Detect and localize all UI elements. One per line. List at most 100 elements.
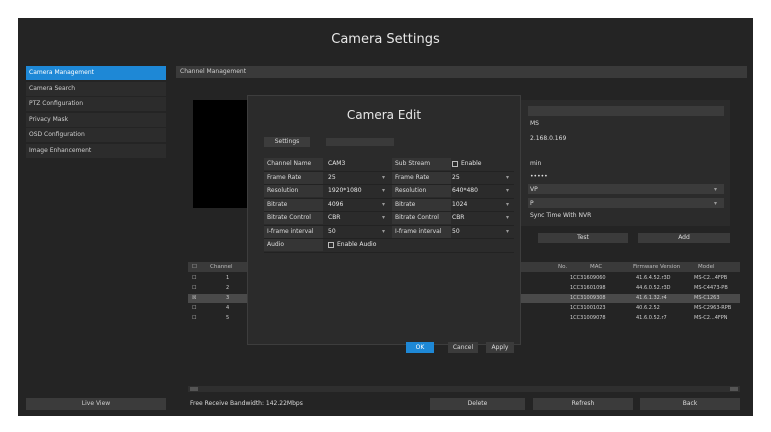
frame-rate-sub-select[interactable]: 25 (452, 172, 460, 184)
row-firmware: 41.6.4.52.r3D (636, 275, 671, 281)
row-mac: 1CC31009078 (570, 315, 606, 321)
chevron-down-icon: ▾ (506, 187, 510, 194)
refresh-button[interactable]: Refresh (533, 398, 633, 410)
column-header-mac[interactable]: MAC (590, 262, 602, 272)
sidebar-item-osd-configuration[interactable]: OSD Configuration (26, 128, 166, 142)
live-view-button[interactable]: Live View (26, 398, 166, 410)
name-field[interactable] (528, 106, 724, 116)
row-checkbox[interactable]: ☒ (192, 294, 196, 303)
chevron-down-icon: ▾ (382, 200, 386, 208)
sidebar-item-image-enhancement[interactable]: Image Enhancement (26, 143, 166, 158)
enable-audio-checkbox[interactable]: Enable Audio (328, 239, 376, 251)
frame-rate-main-select[interactable]: 25 (328, 172, 336, 184)
bitrate-sub-label: Bitrate (392, 198, 451, 211)
sub-stream-enable-label: Enable (461, 160, 482, 167)
checkbox-unchecked-icon (328, 241, 334, 248)
chevron-down-icon: ▾ (382, 214, 386, 221)
bitrate-sub-select[interactable]: 1024 (452, 199, 467, 211)
http-value: P (530, 200, 534, 207)
scroll-left-handle[interactable] (190, 387, 198, 391)
row-firmware: 40.6.2.52 (636, 305, 660, 311)
chevron-down-icon: ▾ (506, 214, 510, 221)
column-header-model[interactable]: Model (698, 262, 715, 272)
resolution-sub-select[interactable]: 640*480 (452, 185, 478, 197)
ip-value[interactable]: 2.168.0.169 (530, 135, 566, 142)
sidebar: Camera Management Camera Search PTZ Conf… (26, 66, 166, 159)
settings-window: Camera Settings Camera Management Camera… (18, 18, 753, 416)
channel-name-label: Channel Name (264, 158, 323, 170)
port-value[interactable]: min (530, 160, 541, 167)
chevron-down-icon: ▾ (382, 227, 386, 235)
sync-time-checkbox[interactable]: Sync Time With NVR (530, 212, 591, 219)
tab-settings[interactable]: Settings (264, 137, 310, 147)
camera-detail-panel: MS 2.168.0.169 min ••••• VP ▾ P ▾ Sync T… (518, 100, 730, 226)
tab-channel-management[interactable]: Channel Management (176, 66, 747, 78)
row-model: MS-C2...4FPB (694, 275, 728, 281)
column-header-channel[interactable]: Channel (210, 262, 233, 272)
chevron-down-icon: ▾ (506, 227, 510, 235)
ok-button[interactable]: OK (406, 342, 434, 353)
password-field[interactable]: ••••• (530, 173, 548, 180)
row-index: 2 (226, 285, 230, 291)
row-firmware: 44.6.0.52.r3D (636, 285, 671, 291)
name-value: MS (530, 120, 539, 127)
delete-button[interactable]: Delete (430, 398, 525, 410)
protocol-value: VP (530, 186, 538, 193)
iframe-interval-label: I-frame interval (264, 225, 323, 238)
select-all-checkbox[interactable]: ☐ (192, 262, 197, 272)
sidebar-item-ptz-configuration[interactable]: PTZ Configuration (26, 97, 166, 111)
row-index: 4 (226, 305, 230, 311)
protocol-select[interactable]: VP ▾ (528, 184, 724, 194)
iframe-interval-main-input[interactable]: 50 (328, 226, 336, 238)
sidebar-item-camera-search[interactable]: Camera Search (26, 81, 166, 96)
page-title: Camera Settings (331, 32, 440, 47)
row-mac: 1CC31001023 (570, 305, 606, 311)
chevron-down-icon: ▾ (382, 187, 386, 194)
chevron-down-icon: ▾ (506, 173, 510, 181)
bandwidth-status: Free Receive Bandwidth: 142.22Mbps (190, 400, 303, 407)
row-index: 5 (226, 315, 230, 321)
row-checkbox[interactable]: ☐ (192, 274, 196, 283)
back-button[interactable]: Back (640, 398, 740, 410)
chevron-down-icon: ▾ (382, 173, 386, 181)
channel-name-input[interactable]: CAM3 (328, 158, 345, 170)
http-select[interactable]: P ▾ (528, 198, 724, 208)
sub-stream-checkbox[interactable]: Enable (452, 158, 481, 170)
row-model: MS-C4473-PB (694, 285, 728, 291)
test-button[interactable]: Test (538, 233, 628, 243)
bitrate-control-label: Bitrate Control (264, 212, 323, 224)
row-mac: 1CC31609060 (570, 275, 606, 281)
row-checkbox[interactable]: ☐ (192, 284, 196, 293)
chevron-down-icon: ▾ (714, 186, 718, 193)
bitrate-main-select[interactable]: 4096 (328, 199, 343, 211)
row-mac: 1CC31601098 (570, 285, 606, 291)
row-index: 1 (226, 275, 230, 281)
sidebar-item-camera-management[interactable]: Camera Management (26, 66, 166, 80)
enable-audio-label: Enable Audio (337, 241, 377, 248)
row-firmware: 41.6.1.32.r4 (636, 295, 667, 301)
row-firmware: 41.6.0.52.r7 (636, 315, 667, 321)
chevron-down-icon: ▾ (714, 200, 718, 207)
row-checkbox[interactable]: ☐ (192, 304, 196, 313)
resolution-sub-label: Resolution (392, 185, 451, 197)
cancel-button[interactable]: Cancel (448, 342, 478, 353)
sidebar-item-privacy-mask[interactable]: Privacy Mask (26, 112, 166, 127)
bitrate-label: Bitrate (264, 198, 323, 211)
bitrate-control-main-select[interactable]: CBR (328, 212, 340, 224)
resolution-label: Resolution (264, 185, 323, 197)
apply-button[interactable]: Apply (486, 342, 514, 353)
add-button[interactable]: Add (638, 233, 730, 243)
bitrate-control-sub-select[interactable]: CBR (452, 212, 464, 224)
column-header-no[interactable]: No. (558, 262, 567, 272)
column-header-firmware[interactable]: Firmware Version (633, 262, 680, 272)
horizontal-scrollbar[interactable] (188, 386, 740, 392)
camera-edit-dialog: Camera Edit Settings Channel Name CAM3 S… (248, 96, 520, 353)
frame-rate-sub-label: Frame Rate (392, 171, 451, 184)
checkbox-checked-icon (452, 160, 458, 167)
iframe-interval-sub-input[interactable]: 50 (452, 226, 460, 238)
scroll-right-handle[interactable] (730, 387, 738, 391)
resolution-main-select[interactable]: 1920*1080 (328, 185, 362, 197)
row-model: MS-C2...4FPN (694, 315, 728, 321)
audio-label: Audio (264, 239, 323, 251)
row-checkbox[interactable]: ☐ (192, 314, 196, 323)
